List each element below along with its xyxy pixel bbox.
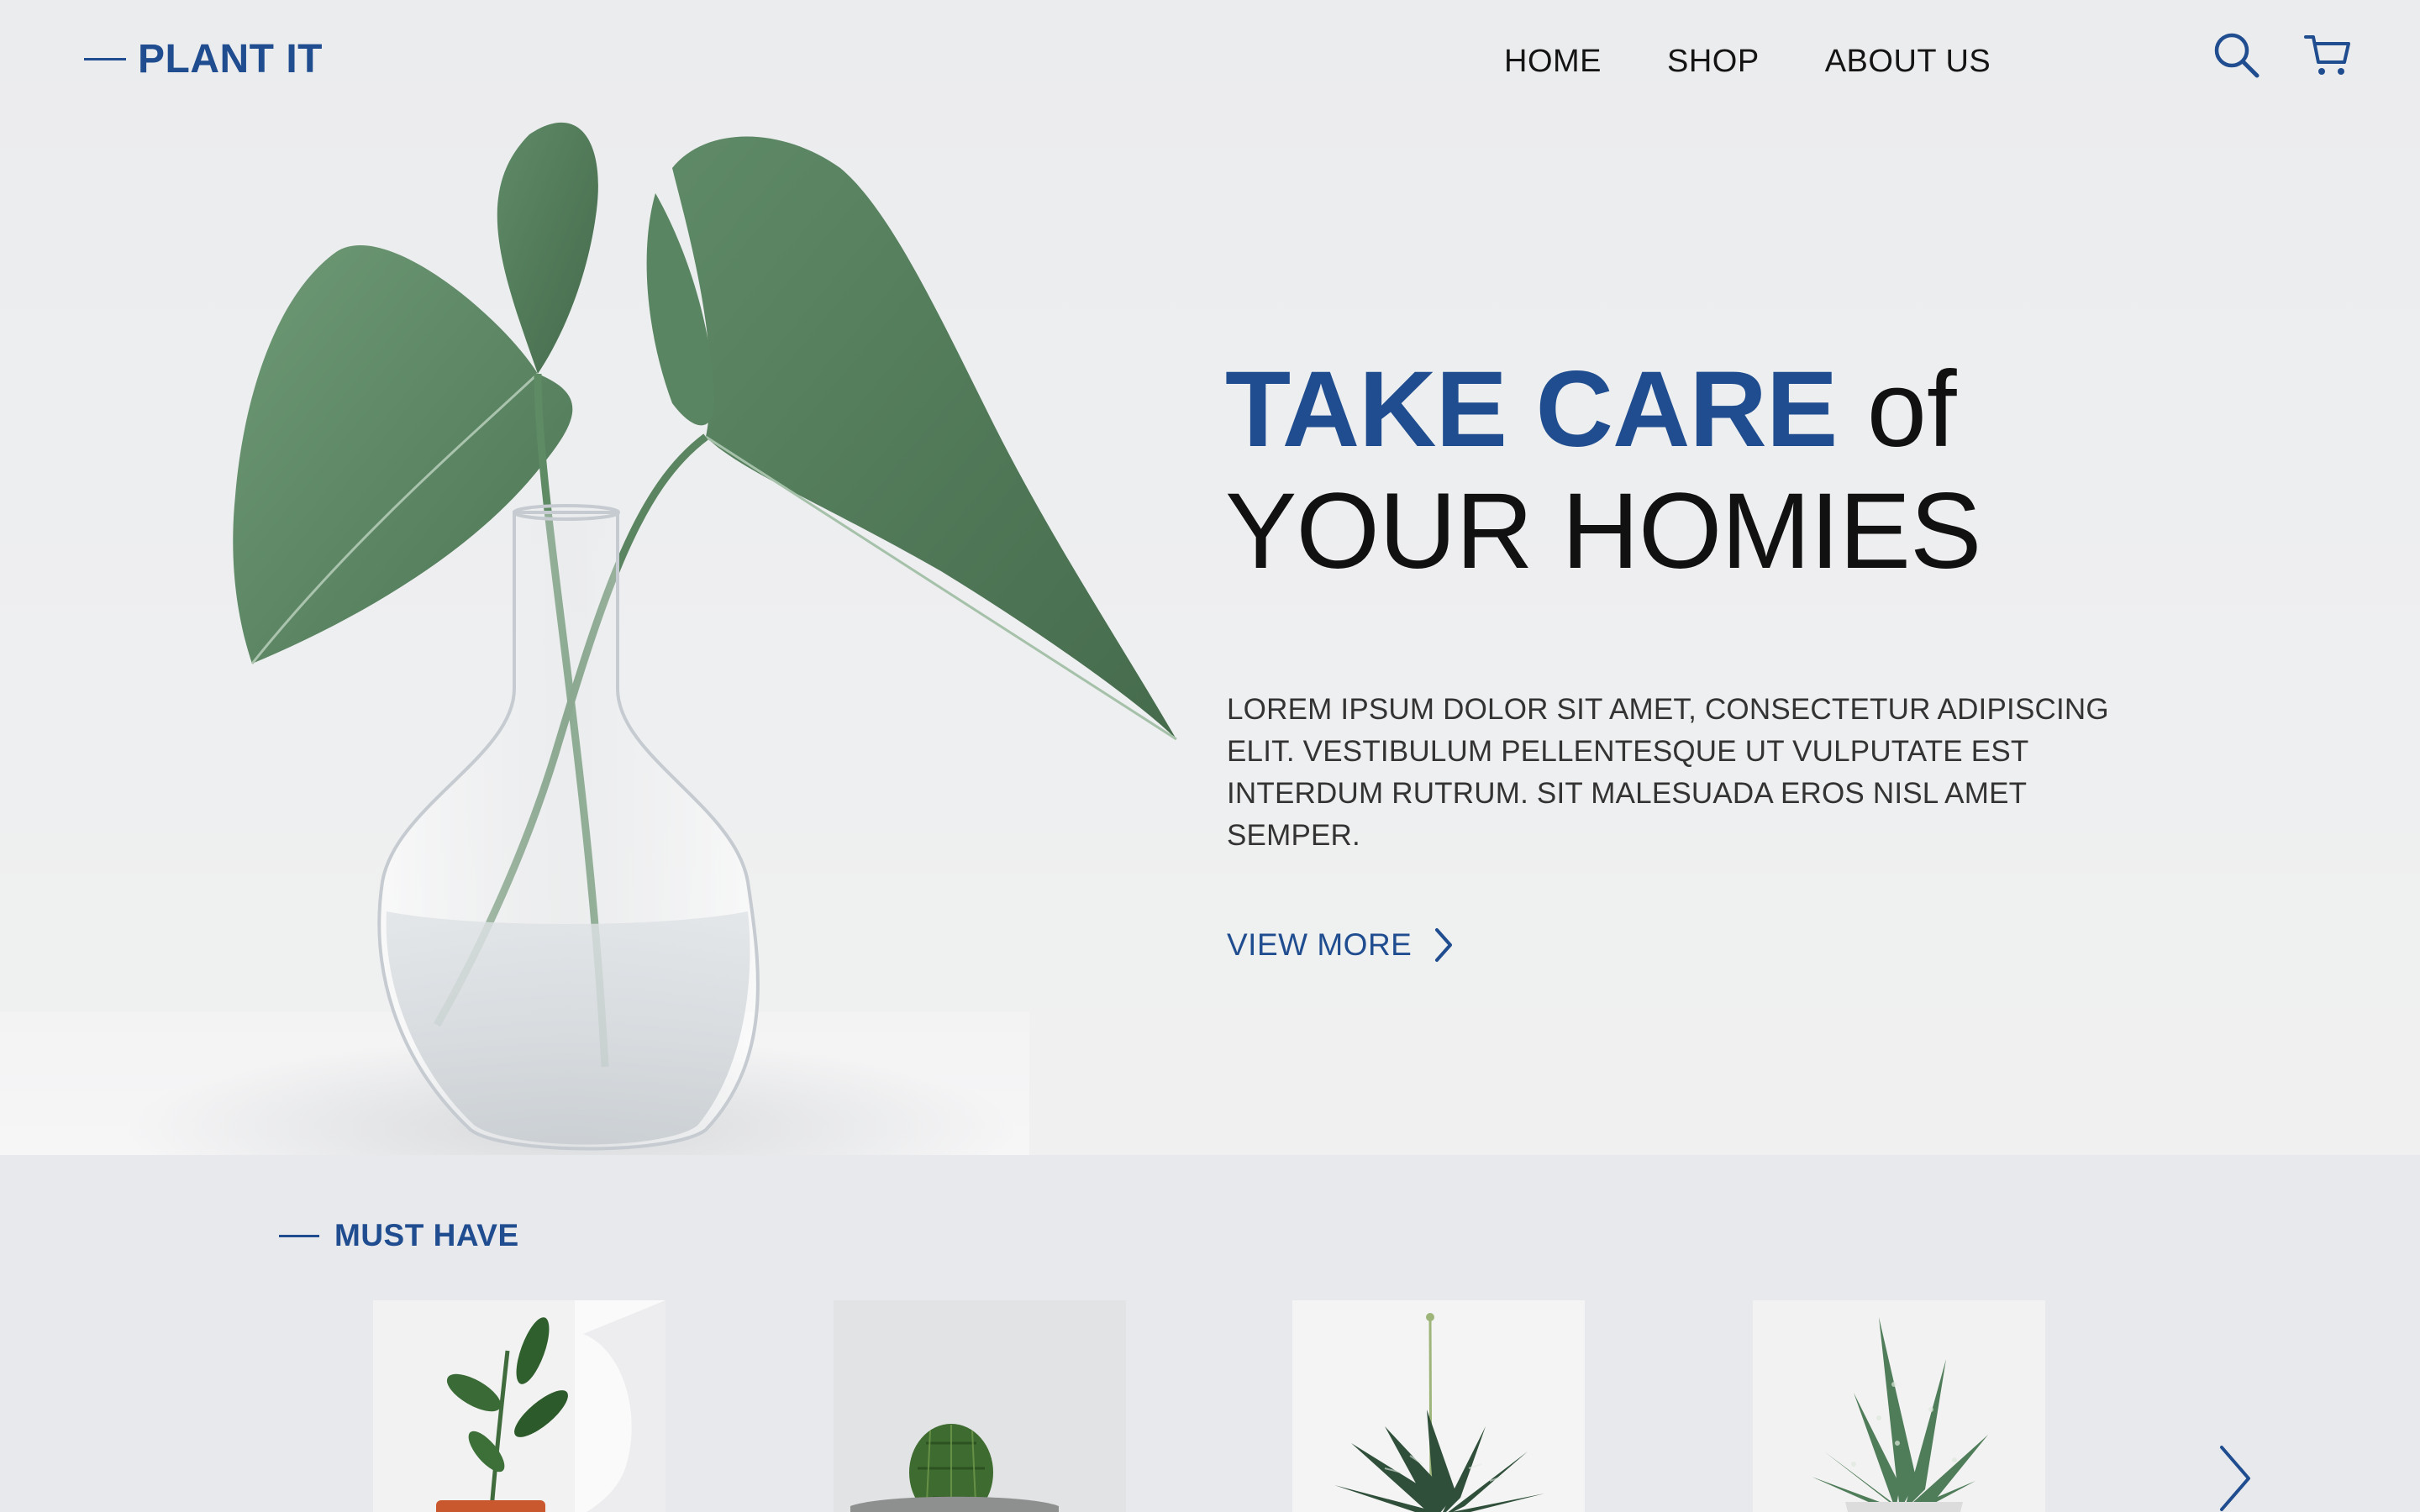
- cart-icon: [2304, 35, 2350, 75]
- product-card-aloe[interactable]: [1753, 1300, 2045, 1512]
- section-title: MUST HAVE: [279, 1218, 519, 1253]
- must-have-section: MUST HAVE: [0, 1155, 2420, 1512]
- hero-plant-image: [233, 122, 1177, 1151]
- product-card-cactus[interactable]: [834, 1300, 1126, 1512]
- nav-item-about-us[interactable]: ABOUT US: [1825, 44, 1991, 80]
- product-card-rubber-plant[interactable]: [373, 1300, 666, 1512]
- chevron-right-icon: [2220, 1446, 2250, 1511]
- search-icon: [2214, 33, 2260, 78]
- search-button[interactable]: [2212, 30, 2262, 81]
- product-card-haworthia[interactable]: [1292, 1300, 1585, 1512]
- section-label: MUST HAVE: [334, 1218, 519, 1252]
- nav-item-shop[interactable]: SHOP: [1667, 44, 1760, 80]
- headline-line2: YOUR HOMIES: [1225, 471, 1981, 591]
- product-image: [834, 1300, 1126, 1512]
- chevron-right-icon: [1435, 928, 1453, 962]
- headline-strong: TAKE CARE: [1225, 349, 1838, 470]
- view-more-link[interactable]: VIEW MORE: [1227, 924, 1455, 966]
- carousel-next-button[interactable]: [2210, 1441, 2260, 1512]
- headline-light: of: [1866, 349, 1957, 470]
- hero-headline: TAKE CARE of YOUR HOMIES: [1225, 349, 1981, 592]
- hero-description: LOREM IPSUM DOLOR SIT AMET, CONSECTETUR …: [1227, 693, 2109, 852]
- hero-section: [0, 0, 2420, 1155]
- cart-button[interactable]: [2302, 30, 2353, 81]
- nav-item-home[interactable]: HOME: [1504, 44, 1602, 80]
- product-image: [1292, 1300, 1585, 1512]
- view-more-label: VIEW MORE: [1227, 927, 1413, 962]
- main-nav: HOME SHOP ABOUT US: [1504, 44, 1991, 80]
- brand-logo[interactable]: PLANT IT: [84, 34, 323, 84]
- product-image: [373, 1300, 666, 1512]
- product-image: [1753, 1300, 2045, 1512]
- brand-name: PLANT IT: [138, 36, 323, 81]
- section-dash: [279, 1234, 319, 1237]
- logo-dash: [84, 57, 126, 60]
